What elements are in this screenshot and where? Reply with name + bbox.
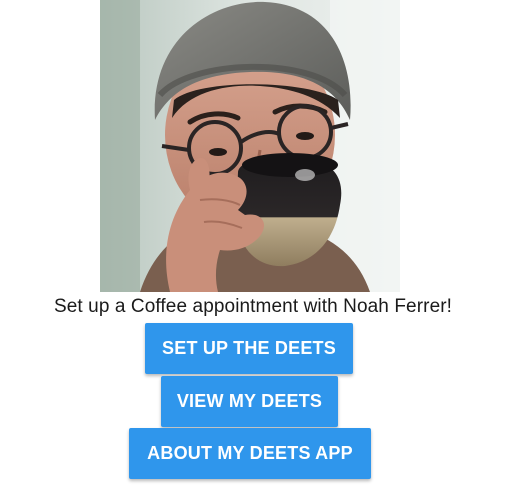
profile-photo-image: [100, 0, 400, 292]
about-deets-app-button[interactable]: ABOUT MY DEETS APP: [129, 428, 371, 479]
appointment-prompt: Set up a Coffee appointment with Noah Fe…: [53, 296, 453, 317]
main-screen: Set up a Coffee appointment with Noah Fe…: [0, 0, 506, 502]
profile-photo: [100, 0, 400, 292]
view-my-deets-button[interactable]: VIEW MY DEETS: [161, 376, 338, 427]
set-up-deets-button[interactable]: SET UP THE DEETS: [145, 323, 353, 374]
